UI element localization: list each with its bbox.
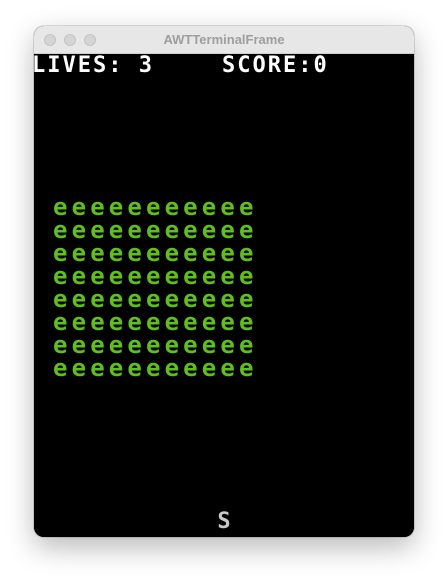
alien-grid: eeeeeeeeeeeeeeeeeeeeeeeeeeeeeeeeeeeeeeee… <box>53 195 258 382</box>
alien: e <box>220 354 235 382</box>
lives-counter: LIVES: 3 <box>34 53 154 78</box>
player-ship: S <box>217 509 231 534</box>
alien-row: eeeeeeeeeee <box>53 354 258 382</box>
alien: e <box>108 354 124 382</box>
alien: e <box>183 354 198 382</box>
alien: e <box>90 354 105 382</box>
alien: e <box>201 354 217 382</box>
alien: e <box>145 354 161 382</box>
alien: e <box>164 354 180 382</box>
window-title: AWTTerminalFrame <box>163 32 285 47</box>
app-window: AWTTerminalFrame LIVES: 3 SCORE:0 eeeeee… <box>34 26 414 537</box>
alien: e <box>238 354 254 382</box>
alien: e <box>71 354 87 382</box>
score-counter: SCORE:0 <box>222 53 329 78</box>
title-bar[interactable]: AWTTerminalFrame <box>34 26 414 54</box>
alien: e <box>53 354 68 382</box>
game-terminal[interactable]: LIVES: 3 SCORE:0 eeeeeeeeeeeeeeeeeeeeeee… <box>34 54 414 537</box>
alien: e <box>127 354 142 382</box>
